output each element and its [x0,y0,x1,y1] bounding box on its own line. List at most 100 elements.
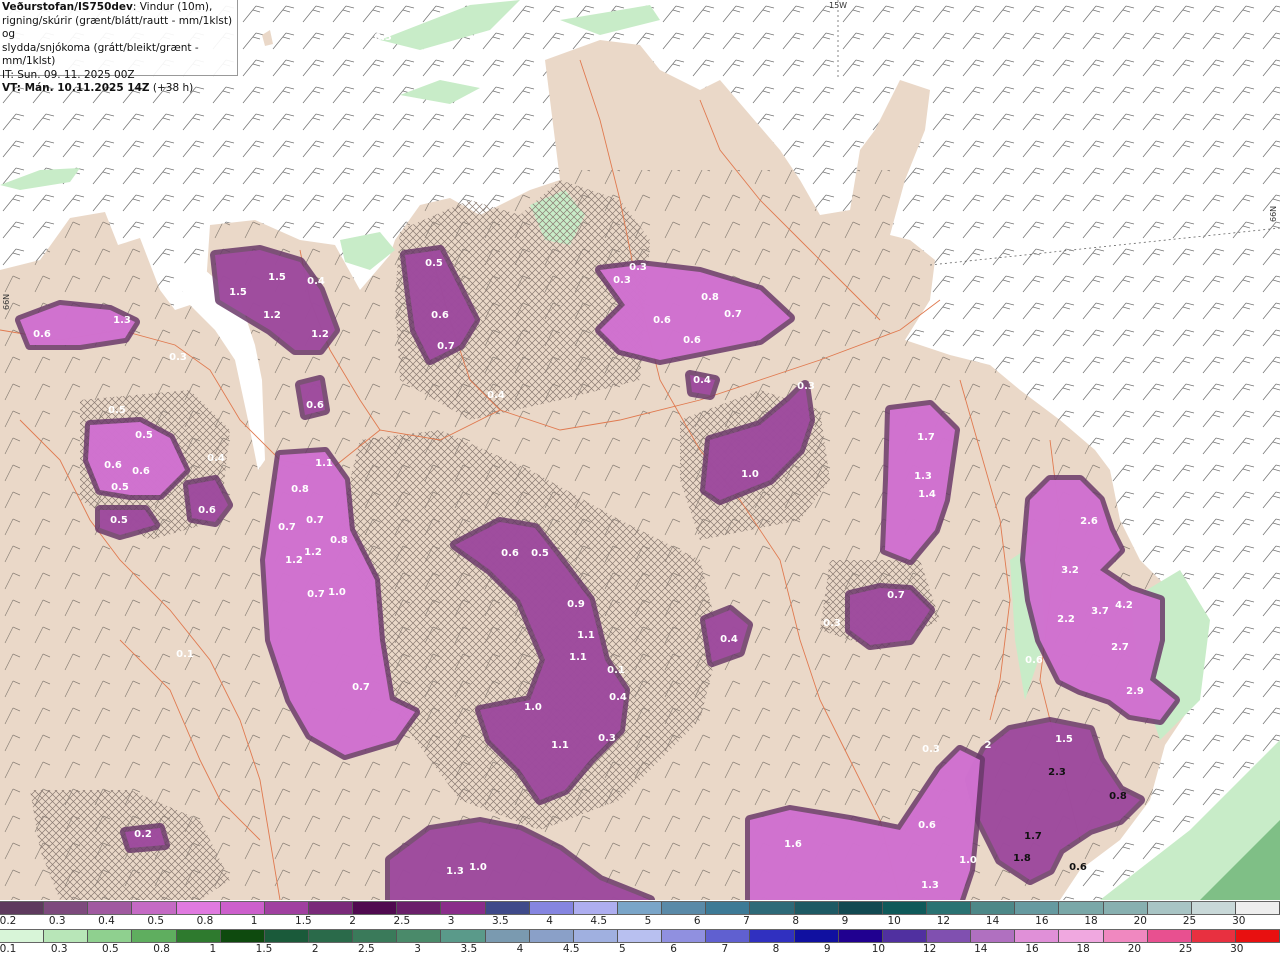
legend-tick-label: 1 [250,915,258,927]
legend-swatch [1059,930,1104,942]
legend-tick-label: 1.5 [255,943,273,955]
precip-value-label: 0.6 [918,820,936,831]
precip-value-label: 1.7 [1024,831,1042,842]
precip-value-label: 0.4 [207,453,225,464]
legend-swatch [838,902,883,914]
legend-swatch [441,902,486,914]
legend-tick-label: 16 [1025,943,1039,955]
legend-tick-label: 0.3 [50,943,68,955]
snow-legend-ticks: 0.2 0.3 0.4 0.5 0.8 1 1.5 2 2.5 3 3.5 4 4.5 5 6 7 8 9 10 12… [0,915,1280,929]
precip-value-label: 0.7 [724,309,742,320]
precip-value-label: 0.6 [33,329,51,340]
rain-color-legend: 0.1 0.3 0.5 0.8 1 1.5 2 2.5 3 3.5 4 4.5 5 6 7 8 9 10 12 14 1… [0,929,1280,957]
precip-value-label: 1.0 [524,702,542,713]
legend-tick-label: 0.8 [153,943,170,955]
legend-tick-label: 5 [619,943,626,955]
precip-value-label: 1.0 [959,855,977,866]
legend-swatch [441,930,486,942]
legend-tick-label: 30 [1230,943,1244,955]
legend-swatch [882,902,927,914]
precip-value-label: 1.6 [784,839,802,850]
legend-tick-label: 12 [922,943,937,955]
precip-value-label: 0.5 [531,548,549,559]
precip-value-label: 1.0 [741,469,759,480]
precip-value-label: 2.9 [1126,686,1144,697]
precip-value-label: 0.8 [701,292,719,303]
legend-swatch [529,930,574,942]
legend-swatch [264,902,309,914]
legend-tick-label: 25 [1178,943,1193,955]
precip-value-label: 1.0 [469,862,487,873]
legend-swatch [971,930,1016,942]
precip-value-label: 2.6 [1080,516,1098,527]
legend-tick-label: 12 [936,915,951,927]
legend-swatch [397,930,442,942]
legend-swatch [44,902,89,914]
precip-value-label: 0.3 [823,618,841,629]
legend-tick-label: 9 [823,943,831,955]
precip-value-label: 0.6 [132,466,150,477]
legend-tick-label: 14 [974,943,988,955]
legend-swatch [1235,902,1280,914]
legend-swatch [44,930,89,942]
precip-value-label: 1.2 [285,555,303,566]
precip-value-label: 2.2 [1057,614,1075,625]
precip-value-label: 0.6 [653,315,671,326]
precip-value-label: 0.3 [598,733,616,744]
precip-value-label: 1.5 [268,272,286,283]
precip-value-label: 0.4 [720,634,738,645]
legend-swatch [1015,930,1060,942]
precip-value-label: 1.2 [311,329,329,340]
legend-swatch [88,930,133,942]
title-line-1: Veðurstofan/IS750dev: Vindur (10m), [2,1,235,15]
precip-value-label: 0.3 [629,262,647,273]
forecast-map-view: 15W 66N 66N 0.3 0.3 1.5 1.5 0.4 1.2 1.2 1.3 0.6 0… [0,0,1280,958]
precip-value-label: 1.5 [1055,734,1073,745]
title-variable: : Vindur (10m), [132,1,213,13]
legend-swatch [1103,902,1148,914]
legend-swatch [573,930,618,942]
precip-value-label: 0.7 [278,522,296,533]
precip-value-label: 0.6 [431,310,449,321]
precip-value-label: 0.6 [104,460,122,471]
title-source: Veðurstofan/IS750dev [2,1,133,13]
legend-tick-label: 18 [1084,915,1098,927]
legend-swatch [1191,902,1236,914]
coord-label-15w: 15W [829,1,847,10]
precip-value-label: 0.4 [307,276,325,287]
precip-value-label: 1.1 [569,652,587,663]
legend-swatch [88,902,133,914]
precip-value-label: 0.7 [437,341,455,352]
legend-tick-label: 0.3 [48,915,66,927]
legend-tick-label: 2 [311,943,319,955]
precip-value-label: 0.5 [108,405,126,416]
precip-value-label: 1.4 [918,489,936,500]
legend-swatch [308,930,354,942]
precip-value-label: 0.6 [1025,655,1043,666]
legend-swatch [838,930,883,942]
legend-tick-label: 4.5 [590,915,608,927]
precip-value-label: 0.3 [374,32,392,43]
precip-value-label: 1.2 [263,310,281,321]
legend-tick-label: 6 [693,915,701,927]
title-valid-time: VT: Mán. 10.11.2025 14Z [2,82,150,94]
legend-swatch [926,902,972,914]
precip-value-label: 0.1 [176,649,194,660]
title-init-time: IT: Sun. 09. 11. 2025 00Z [2,68,135,81]
legend-tick-label: 4 [546,915,553,927]
coord-label-66n-left: 66N [2,294,11,310]
precip-value-label: 0.3 [797,381,815,392]
precip-value-label: 0.6 [306,400,324,411]
legend-tick-label: 9 [841,915,849,927]
precip-value-label: 0.3 [169,352,187,363]
legend-swatch [662,930,707,942]
legend-swatch [176,902,221,914]
legend-tick-label: 3 [447,915,455,927]
legend-tick-label: 20 [1133,915,1147,927]
title-lead-time: (+38 h) [149,82,194,94]
legend-swatch [485,902,530,914]
precip-value-label: 0.8 [1109,791,1127,802]
precip-value-label: 0.7 [306,515,324,526]
precip-value-label: 0.3 [922,744,940,755]
legend-tick-label: 3.5 [491,915,509,927]
